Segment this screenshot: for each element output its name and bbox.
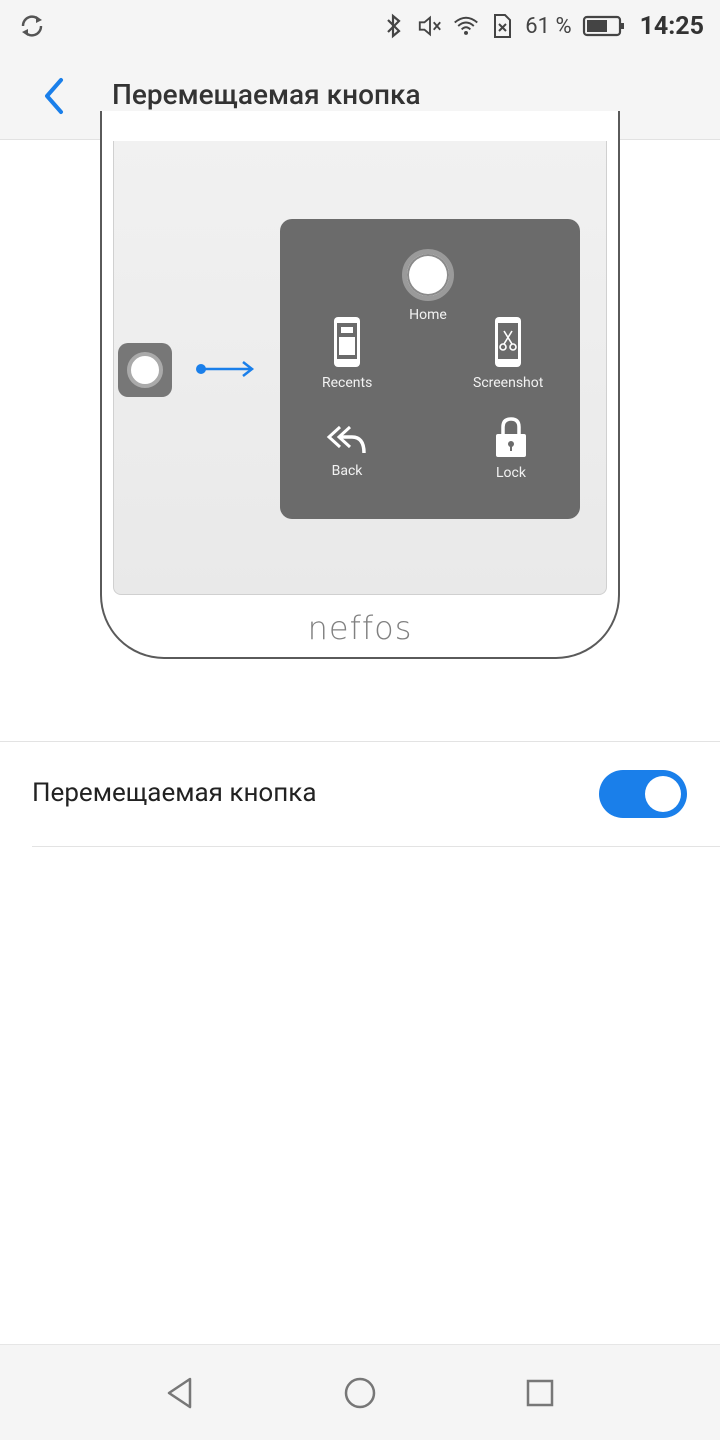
menu-item-home: Home — [402, 249, 454, 323]
clock: 14:25 — [639, 11, 704, 41]
lock-icon — [496, 417, 526, 457]
floating-menu-panel: Home Recents Screenshot Back Lock — [280, 219, 580, 519]
sync-icon — [18, 12, 46, 40]
battery-icon — [582, 13, 626, 39]
battery-percent: 61 % — [525, 13, 572, 39]
menu-label-home: Home — [409, 307, 447, 323]
nav-back-icon — [167, 1377, 192, 1409]
nav-home-button[interactable] — [340, 1373, 380, 1413]
toggle-knob — [645, 776, 681, 812]
nav-home-icon — [344, 1377, 376, 1409]
recents-phone-icon — [334, 317, 361, 367]
home-circle-icon — [402, 249, 454, 301]
floating-button-preview — [118, 343, 172, 397]
page-title: Перемещаемая кнопка — [112, 78, 421, 111]
floating-button-illustration: Home Recents Screenshot Back Lock neffos — [0, 111, 720, 741]
menu-item-back: Back — [326, 423, 368, 479]
menu-label-recents: Recents — [322, 375, 373, 391]
back-button[interactable] — [28, 72, 80, 120]
setting-label: Перемещаемая кнопка — [32, 778, 317, 808]
mute-icon — [417, 13, 443, 39]
menu-item-recents: Recents — [322, 315, 372, 391]
screenshot-phone-icon — [495, 317, 522, 367]
menu-label-back: Back — [331, 463, 363, 479]
brand-logo: neffos — [307, 609, 413, 647]
navigation-bar — [0, 1344, 720, 1440]
menu-item-lock: Lock — [494, 415, 528, 481]
menu-label-screenshot: Screenshot — [473, 375, 544, 391]
nav-recents-icon — [526, 1379, 554, 1407]
menu-label-lock: Lock — [496, 465, 526, 481]
menu-item-screenshot: Screenshot — [473, 315, 543, 391]
floating-button-setting-row[interactable]: Перемещаемая кнопка — [0, 742, 720, 846]
sim-off-icon — [489, 13, 515, 39]
floating-button-toggle[interactable] — [599, 770, 687, 818]
divider — [32, 846, 720, 847]
chevron-left-icon — [45, 78, 63, 114]
bluetooth-icon — [381, 13, 407, 39]
arrow-right-icon — [196, 361, 255, 377]
wifi-icon — [453, 13, 479, 39]
nav-back-button[interactable] — [160, 1373, 200, 1413]
nav-recents-button[interactable] — [520, 1373, 560, 1413]
back-arrow-icon — [326, 425, 366, 454]
status-bar: 61 % 14:25 — [0, 0, 720, 52]
